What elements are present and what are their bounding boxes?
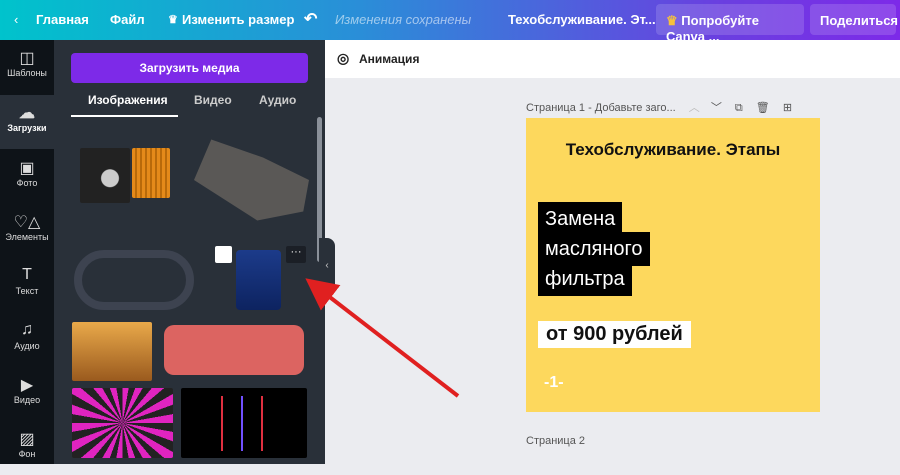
annotation-arrow	[305, 278, 460, 398]
